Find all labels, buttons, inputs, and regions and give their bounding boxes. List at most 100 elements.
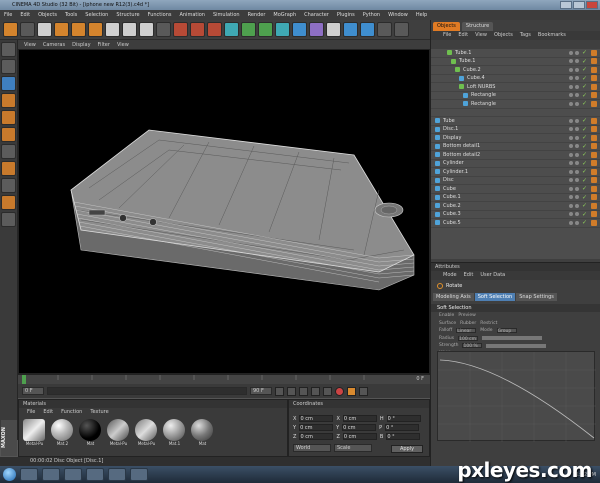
- attribute-tab-snap-settings[interactable]: Snap Settings: [516, 293, 557, 301]
- editor-visibility-dot[interactable]: [569, 178, 573, 183]
- attribute-slider[interactable]: [482, 336, 543, 341]
- undo-button[interactable]: [3, 22, 18, 37]
- taskbar-app-2[interactable]: [42, 468, 60, 481]
- menu-animation[interactable]: Animation: [179, 12, 205, 18]
- redo-button[interactable]: [20, 22, 35, 37]
- coordinate-field[interactable]: 0 cm: [299, 433, 334, 440]
- material-tag-icon[interactable]: [591, 151, 597, 158]
- object-row[interactable]: Cylinder ✓: [431, 160, 600, 168]
- menu-plugins[interactable]: Plugins: [337, 12, 355, 18]
- material-tag-icon[interactable]: [591, 194, 597, 201]
- material-tag-icon[interactable]: [591, 211, 597, 218]
- apply-button[interactable]: Apply: [391, 445, 423, 453]
- render-visibility-dot[interactable]: [575, 67, 579, 72]
- object-row[interactable]: Cube.2 ✓: [431, 66, 600, 75]
- editor-visibility-dot[interactable]: [569, 195, 573, 200]
- enabled-check-icon[interactable]: ✓: [582, 100, 587, 107]
- viewport-menu-view-0[interactable]: View: [24, 42, 36, 48]
- material-swatch[interactable]: Mat.2: [51, 419, 74, 446]
- enabled-check-icon[interactable]: ✓: [582, 92, 587, 99]
- viewport-menu-cameras-1[interactable]: Cameras: [43, 42, 65, 48]
- model-mode-tool[interactable]: [1, 59, 16, 74]
- taskbar-app-1[interactable]: [20, 468, 38, 481]
- visibility-flags[interactable]: [569, 101, 579, 106]
- record-button[interactable]: [335, 386, 344, 396]
- object-menu-objects[interactable]: Objects: [494, 31, 513, 40]
- menu-functions[interactable]: Functions: [148, 12, 172, 18]
- object-row[interactable]: Cube.2 ✓: [431, 202, 600, 211]
- material-swatch[interactable]: Metal-Pu: [23, 419, 46, 446]
- render-visibility-dot[interactable]: [575, 203, 579, 208]
- visibility-flags[interactable]: [569, 195, 579, 200]
- object-row[interactable]: Cube.1 ✓: [431, 194, 600, 202]
- light-button[interactable]: [360, 22, 375, 37]
- coordinate-field[interactable]: 0 °: [386, 433, 421, 440]
- attribute-value[interactable]: Group: [496, 328, 517, 334]
- y-axis-lock[interactable]: [122, 22, 137, 37]
- go-to-start-button[interactable]: [275, 386, 284, 396]
- spline-button[interactable]: [275, 22, 290, 37]
- camera-button[interactable]: [343, 22, 358, 37]
- material-swatch[interactable]: Mat: [191, 419, 214, 446]
- enabled-check-icon[interactable]: ✓: [582, 134, 587, 141]
- menu-edit[interactable]: Edit: [20, 12, 30, 18]
- menu-tools[interactable]: Tools: [65, 12, 77, 18]
- coordinate-field[interactable]: 0 cm: [342, 424, 377, 431]
- attribute-value[interactable]: 100 cm: [458, 335, 479, 342]
- render-visibility-dot[interactable]: [575, 101, 579, 106]
- enabled-check-icon[interactable]: ✓: [582, 219, 587, 226]
- object-row[interactable]: Rectangle ✓: [431, 92, 600, 100]
- enabled-check-icon[interactable]: ✓: [582, 202, 587, 209]
- material-tag-icon[interactable]: [591, 117, 597, 124]
- tab-structure[interactable]: Structure: [461, 22, 494, 31]
- enabled-check-icon[interactable]: ✓: [582, 58, 587, 65]
- viewport-menu-filter-3[interactable]: Filter: [98, 42, 110, 48]
- make-editable-tool[interactable]: [1, 42, 16, 57]
- render-visibility-dot[interactable]: [575, 127, 579, 132]
- enabled-check-icon[interactable]: ✓: [582, 177, 587, 184]
- editor-visibility-dot[interactable]: [569, 50, 573, 55]
- time-range-slider[interactable]: [47, 387, 247, 395]
- environment-button[interactable]: [326, 22, 341, 37]
- tweak-mode-tool[interactable]: [1, 178, 16, 193]
- enabled-check-icon[interactable]: ✓: [582, 211, 587, 218]
- coordinate-field[interactable]: 0 cm: [342, 433, 377, 440]
- object-row[interactable]: Cube.4 ✓: [431, 75, 600, 83]
- enabled-check-icon[interactable]: ✓: [582, 66, 587, 73]
- menu-selection[interactable]: Selection: [85, 12, 108, 18]
- scale-tool[interactable]: [71, 22, 86, 37]
- render-visibility-dot[interactable]: [575, 59, 579, 64]
- enabled-check-icon[interactable]: ✓: [582, 75, 587, 82]
- visibility-flags[interactable]: [569, 212, 579, 217]
- object-menu-file[interactable]: File: [443, 31, 451, 40]
- attribute-tab-modeling-axis[interactable]: Modeling Axis: [433, 293, 474, 301]
- object-row[interactable]: Cylinder.1 ✓: [431, 168, 600, 177]
- visibility-flags[interactable]: [569, 178, 579, 183]
- material-tag-icon[interactable]: [591, 49, 597, 56]
- menu-window[interactable]: Window: [388, 12, 408, 18]
- coordinate-field[interactable]: 0 °: [386, 415, 421, 422]
- enabled-check-icon[interactable]: ✓: [582, 49, 587, 56]
- editor-visibility-dot[interactable]: [569, 67, 573, 72]
- nurbs-button[interactable]: [241, 22, 256, 37]
- render-picture-viewer-button[interactable]: [190, 22, 205, 37]
- editor-visibility-dot[interactable]: [569, 76, 573, 81]
- render-visibility-dot[interactable]: [575, 178, 579, 183]
- material-menu-edit[interactable]: Edit: [43, 408, 53, 416]
- 3d-viewport[interactable]: [18, 49, 430, 374]
- render-visibility-dot[interactable]: [575, 212, 579, 217]
- x-axis-lock[interactable]: [105, 22, 120, 37]
- close-button[interactable]: [586, 1, 598, 9]
- visibility-flags[interactable]: [569, 127, 579, 132]
- menu-help[interactable]: Help: [416, 12, 427, 18]
- editor-visibility-dot[interactable]: [569, 127, 573, 132]
- material-tag-icon[interactable]: [591, 134, 597, 141]
- material-tag-icon[interactable]: [591, 126, 597, 133]
- live-selection-tool[interactable]: [37, 22, 52, 37]
- enabled-check-icon[interactable]: ✓: [582, 168, 587, 175]
- object-row[interactable]: Cube.3 ✓: [431, 211, 600, 219]
- visibility-flags[interactable]: [569, 59, 579, 64]
- enabled-check-icon[interactable]: ✓: [582, 83, 587, 90]
- editor-visibility-dot[interactable]: [569, 220, 573, 225]
- render-view-button[interactable]: [173, 22, 188, 37]
